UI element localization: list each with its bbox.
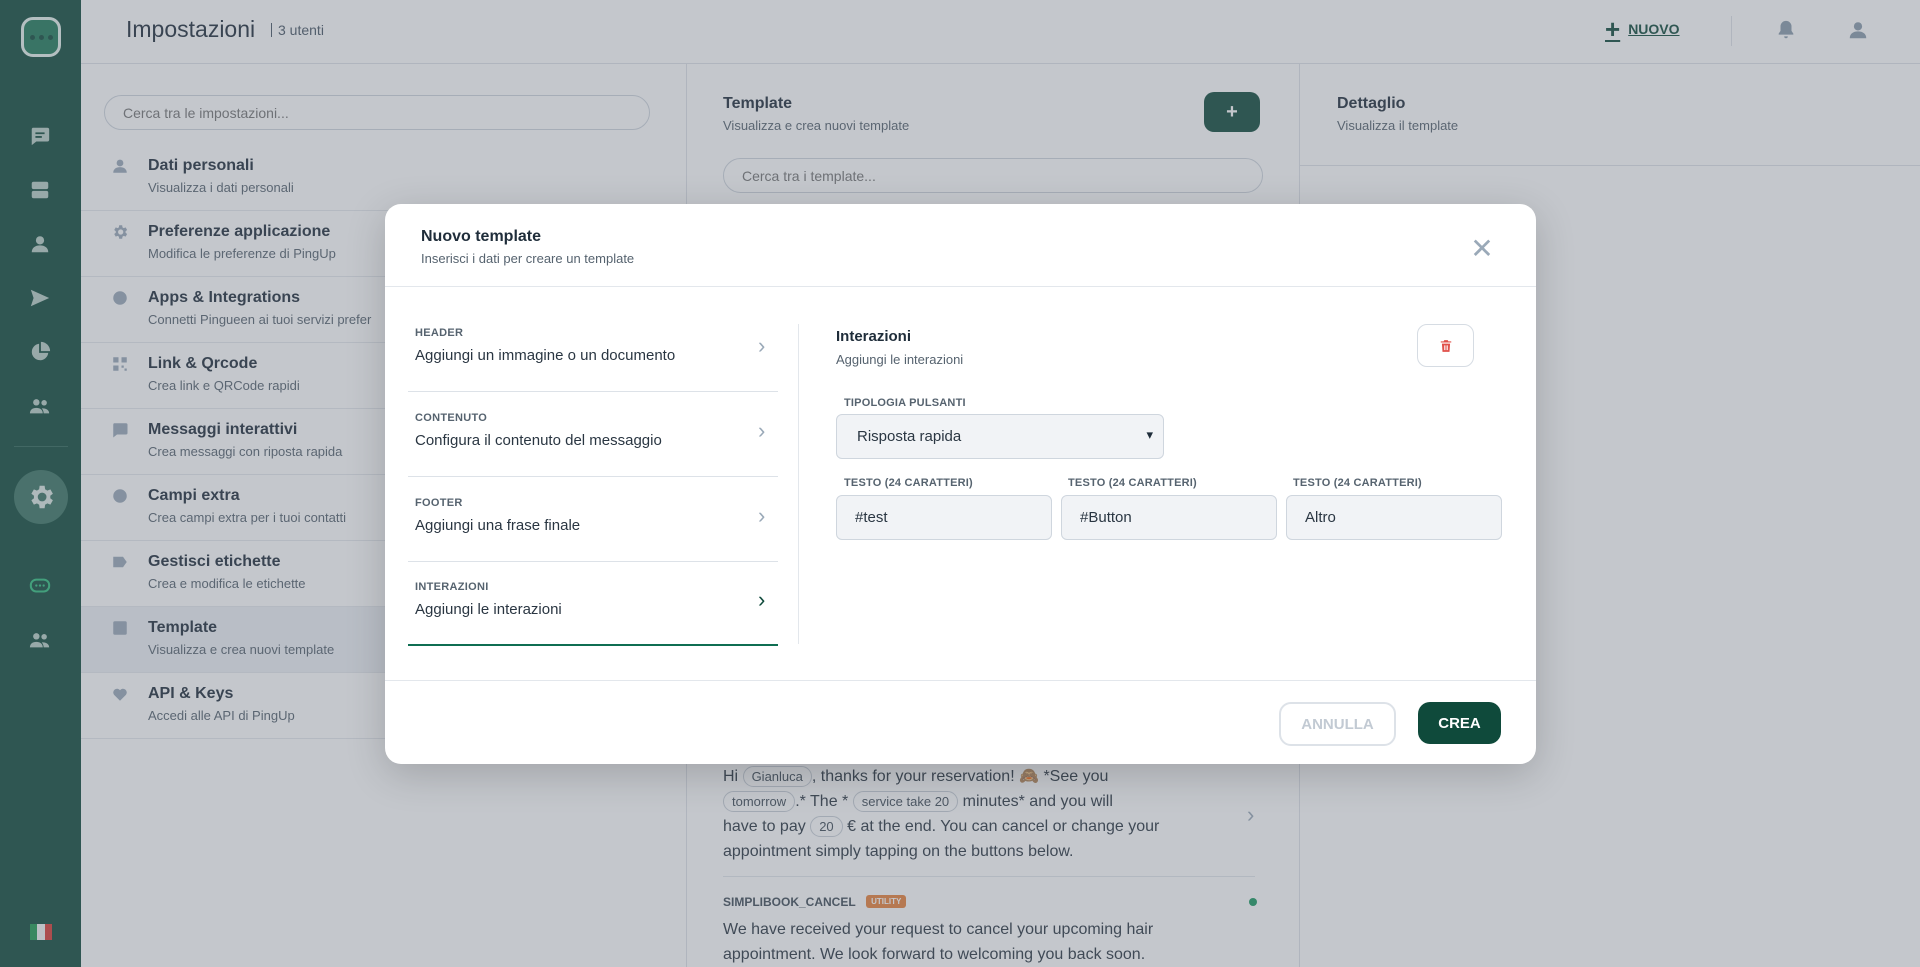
interactions-title: Interazioni: [836, 328, 912, 345]
step-label: FOOTER: [415, 497, 463, 509]
create-button[interactable]: CREA: [1418, 702, 1501, 744]
cancel-button[interactable]: ANNULLA: [1279, 702, 1396, 746]
button-type-select[interactable]: Risposta rapida ▾: [836, 414, 1164, 459]
step-interazioni[interactable]: INTERAZIONI Aggiungi le interazioni ›: [408, 561, 778, 646]
text-field-label: TESTO (24 CARATTERI): [1068, 477, 1197, 489]
step-value: Aggiungi una frase finale: [415, 517, 581, 534]
button-type-label: TIPOLOGIA PULSANTI: [844, 397, 966, 409]
text-field-label: TESTO (24 CARATTERI): [844, 477, 973, 489]
button-text-input-2[interactable]: [1061, 495, 1277, 540]
chevron-right-icon: ›: [758, 503, 766, 528]
modal-title: Nuovo template: [421, 228, 542, 245]
step-contenuto[interactable]: CONTENUTO Configura il contenuto del mes…: [408, 392, 778, 477]
chevron-right-icon: ›: [758, 418, 766, 443]
button-text-input-1[interactable]: [836, 495, 1052, 540]
step-value: Aggiungi un immagine o un documento: [415, 347, 676, 364]
modal-header-divider: [385, 286, 1536, 287]
chevron-right-icon: ›: [758, 587, 766, 612]
step-label: INTERAZIONI: [415, 581, 489, 593]
modal-column-divider: [798, 324, 799, 644]
interactions-subtitle: Aggiungi le interazioni: [836, 352, 964, 367]
close-icon[interactable]: ✕: [1467, 234, 1497, 264]
step-label: HEADER: [415, 327, 464, 339]
chevron-right-icon: ›: [758, 333, 766, 358]
new-template-modal: Nuovo template Inserisci i dati per crea…: [385, 204, 1536, 764]
modal-footer-divider: [385, 680, 1536, 681]
modal-subtitle: Inserisci i dati per creare un template: [421, 251, 635, 266]
step-header[interactable]: HEADER Aggiungi un immagine o un documen…: [408, 307, 778, 392]
delete-button[interactable]: [1417, 324, 1474, 367]
step-label: CONTENUTO: [415, 412, 488, 424]
button-type-value: Risposta rapida: [857, 428, 962, 445]
button-text-input-3[interactable]: [1286, 495, 1502, 540]
trash-icon: [1440, 339, 1451, 352]
step-value: Aggiungi le interazioni: [415, 601, 562, 618]
chevron-down-icon: ▾: [1146, 427, 1153, 442]
text-field-label: TESTO (24 CARATTERI): [1293, 477, 1422, 489]
step-footer[interactable]: FOOTER Aggiungi una frase finale ›: [408, 477, 778, 562]
step-value: Configura il contenuto del messaggio: [415, 432, 662, 449]
